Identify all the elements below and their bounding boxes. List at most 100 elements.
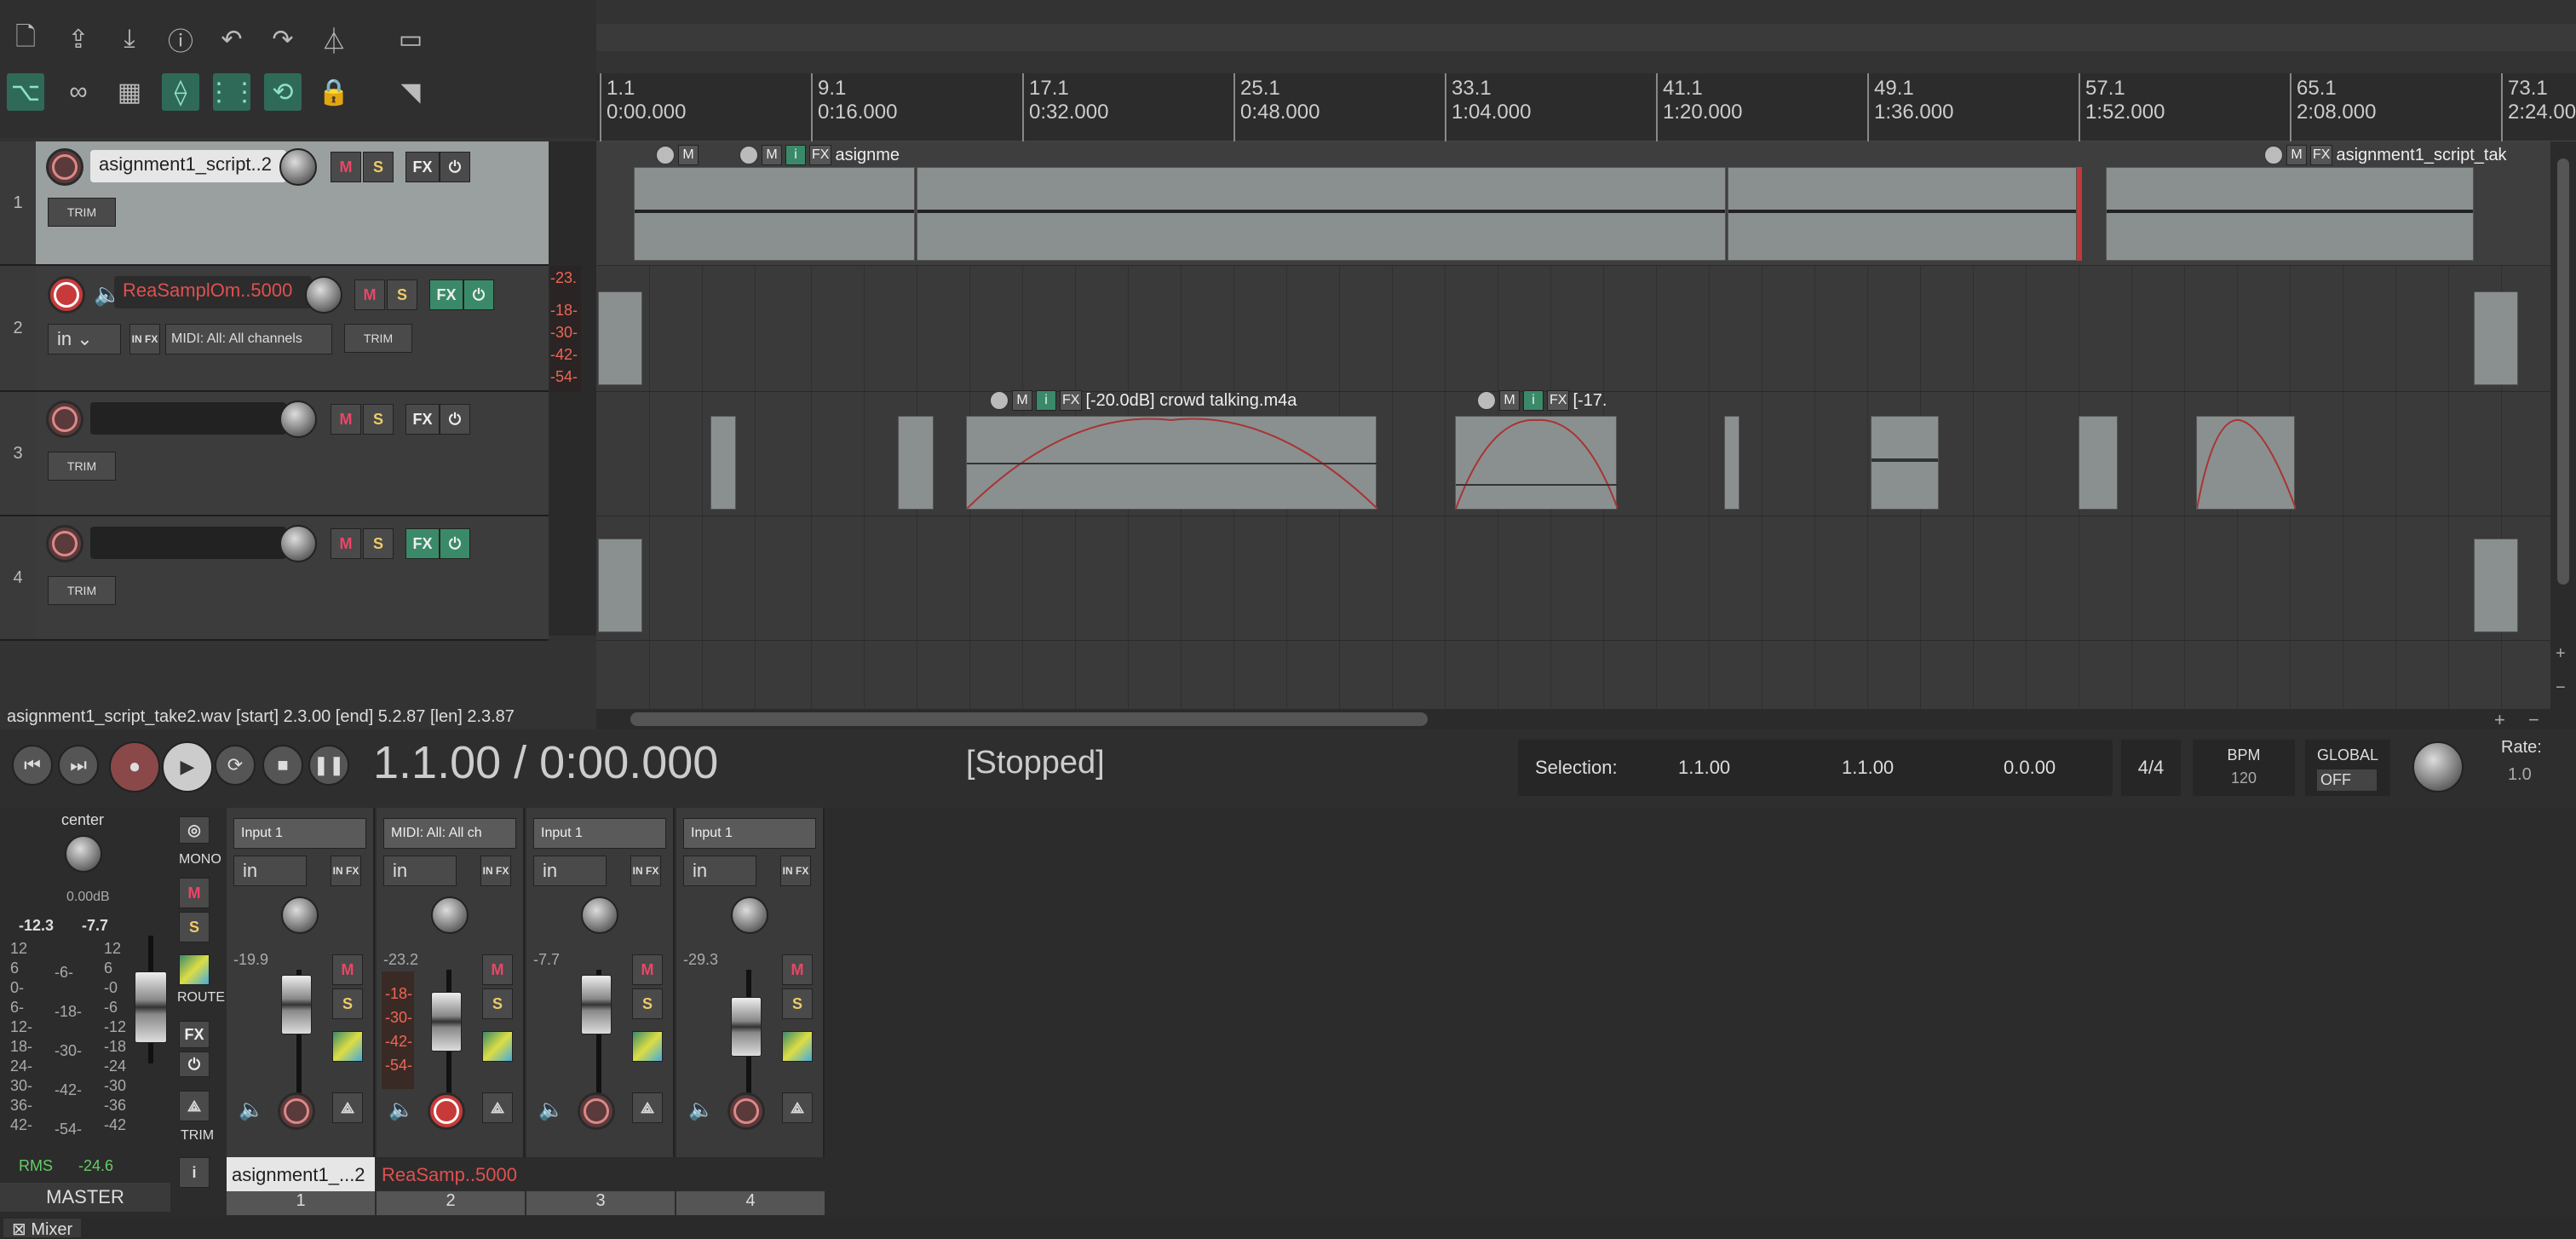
input-select[interactable]: Input 1 <box>683 818 816 849</box>
master-mute-button[interactable]: M <box>179 878 210 908</box>
route-icon[interactable] <box>482 1031 513 1062</box>
fx-button[interactable]: FX <box>405 404 440 435</box>
trim-button[interactable]: TRIM <box>344 324 412 353</box>
track-name-field[interactable]: ReaSamplOm..5000 <box>114 276 312 308</box>
input-fx-button[interactable]: IN FX <box>331 856 361 886</box>
item-fx-button[interactable]: FX <box>2310 145 2333 165</box>
item-mute-button[interactable]: M <box>2286 145 2307 165</box>
mute-button[interactable]: M <box>331 528 361 559</box>
route-icon[interactable] <box>632 1031 663 1062</box>
fx-bypass-icon[interactable]: ⏻ <box>463 279 494 310</box>
master-fader[interactable] <box>135 971 167 1043</box>
item-mute-button[interactable]: M <box>678 145 699 165</box>
track-4-lane[interactable] <box>596 516 2550 641</box>
volume-fader[interactable] <box>281 975 312 1034</box>
pan-knob[interactable] <box>731 896 768 934</box>
audio-item[interactable] <box>634 167 915 261</box>
zoom-out-icon[interactable]: − <box>2528 709 2539 731</box>
solo-button[interactable]: S <box>332 988 363 1019</box>
master-pan-knob[interactable] <box>65 835 102 873</box>
bpm-display[interactable]: BPM 120 <box>2193 740 2295 796</box>
scroll-thumb[interactable] <box>2557 158 2569 585</box>
fx-button[interactable]: FX <box>405 152 440 182</box>
record-arm-button[interactable] <box>46 148 83 186</box>
midi-item[interactable] <box>2474 291 2518 385</box>
global-automation[interactable]: GLOBAL OFF <box>2305 740 2390 796</box>
trim-button[interactable]: TRIM <box>48 198 116 227</box>
strip-name[interactable] <box>676 1157 825 1191</box>
item-grouping-icon[interactable]: ∞ <box>60 73 97 111</box>
record-arm-button[interactable] <box>578 1092 615 1130</box>
item-fx-button[interactable]: FX <box>1547 390 1570 411</box>
item-info-button[interactable]: i <box>1523 390 1544 411</box>
close-icon[interactable]: ⊠ <box>12 1220 26 1239</box>
ripple-edit-icon[interactable]: ⌥ <box>7 73 44 111</box>
repeat-icon[interactable]: ⟳ <box>215 745 256 786</box>
horizontal-scrollbar[interactable]: + − <box>596 709 2576 731</box>
route-icon[interactable] <box>332 1031 363 1062</box>
audio-item[interactable] <box>898 416 934 510</box>
record-arm-button[interactable] <box>48 276 85 314</box>
input-selector[interactable]: in ⌄ <box>48 324 121 354</box>
mute-button[interactable]: M <box>354 279 385 310</box>
pan-knob[interactable] <box>581 896 618 934</box>
snap-icon[interactable]: ⋮⋮ <box>206 73 257 111</box>
midi-input-selector[interactable]: MIDI: All: All channels <box>165 324 332 354</box>
selection-end[interactable]: 1.1.00 <box>1842 757 1894 779</box>
mute-button[interactable]: M <box>632 954 663 985</box>
solo-button[interactable]: S <box>363 404 394 435</box>
info-icon[interactable]: i <box>179 1157 210 1188</box>
audio-item[interactable] <box>2196 416 2296 510</box>
audio-item[interactable] <box>917 167 1726 261</box>
cursor-tool-icon[interactable]: ◥ <box>392 73 429 111</box>
zoom-in-icon[interactable]: + <box>2494 709 2505 731</box>
pause-button[interactable]: ❚❚ <box>308 745 349 786</box>
new-project-icon[interactable]: 🗋 <box>7 20 44 58</box>
solo-button[interactable]: S <box>363 152 394 182</box>
solo-button[interactable]: S <box>482 988 513 1019</box>
input-fx-button[interactable]: IN FX <box>129 324 160 354</box>
selection-panel[interactable]: Selection: 1.1.00 1.1.00 0.0.00 <box>1518 740 2113 796</box>
solo-button[interactable]: S <box>363 528 394 559</box>
region-lane[interactable] <box>596 24 2576 51</box>
timeline-ruler[interactable]: 1.1 0:00.000 9.1 0:16.000 17.1 0:32.000 25.… <box>596 73 2576 141</box>
rate-value[interactable]: 1.0 <box>2508 765 2532 785</box>
project-info-icon[interactable]: ⓘ <box>162 20 199 58</box>
audio-item[interactable] <box>1724 416 1739 510</box>
zoom-out-icon[interactable]: − <box>2556 678 2566 698</box>
track-name-field[interactable] <box>90 402 286 435</box>
input-mode-select[interactable]: in <box>533 856 607 886</box>
open-project-icon[interactable]: ⇪ <box>60 20 97 58</box>
input-select[interactable]: Input 1 <box>233 818 366 849</box>
track-2-lane[interactable] <box>596 266 2550 392</box>
volume-knob[interactable] <box>279 401 317 438</box>
track-4-header[interactable]: 4 M S FX ⏻ TRIM <box>0 516 549 641</box>
speaker-icon[interactable]: 🔈 <box>688 1098 714 1122</box>
fx-bypass-icon[interactable]: ⏻ <box>440 404 470 435</box>
volume-fader[interactable] <box>731 997 762 1057</box>
volume-fader[interactable] <box>431 992 462 1052</box>
redo-icon[interactable]: ↷ <box>264 20 302 58</box>
item-info-button[interactable]: i <box>1036 390 1056 411</box>
trim-icon[interactable]: ⟁ <box>632 1092 663 1123</box>
volume-knob[interactable] <box>279 148 317 186</box>
input-select[interactable]: MIDI: All: All ch <box>383 818 516 849</box>
mute-button[interactable]: M <box>331 404 361 435</box>
trim-icon[interactable]: ⟁ <box>482 1092 513 1123</box>
midi-item[interactable] <box>598 539 642 632</box>
audio-item[interactable] <box>1455 416 1618 510</box>
fx-bypass-icon[interactable]: ⏻ <box>440 152 470 182</box>
speaker-icon[interactable]: 🔈 <box>388 1098 414 1122</box>
input-fx-button[interactable]: IN FX <box>480 856 511 886</box>
undo-icon[interactable]: ↶ <box>213 20 250 58</box>
record-arm-button[interactable] <box>727 1092 765 1130</box>
mixer-tab[interactable]: ⊠ Mixer <box>3 1219 82 1239</box>
track-3-header[interactable]: 3 M S FX ⏻ TRIM <box>0 392 549 516</box>
master-solo-button[interactable]: S <box>179 912 210 942</box>
master-fx-button[interactable]: FX <box>179 1021 210 1048</box>
trim-icon[interactable]: ⟁ <box>332 1092 363 1123</box>
fx-bypass-icon[interactable]: ⏻ <box>440 528 470 559</box>
audio-item[interactable] <box>1871 416 1939 510</box>
speaker-icon[interactable]: 🔈 <box>538 1098 564 1122</box>
item-fx-button[interactable]: FX <box>1060 390 1083 411</box>
